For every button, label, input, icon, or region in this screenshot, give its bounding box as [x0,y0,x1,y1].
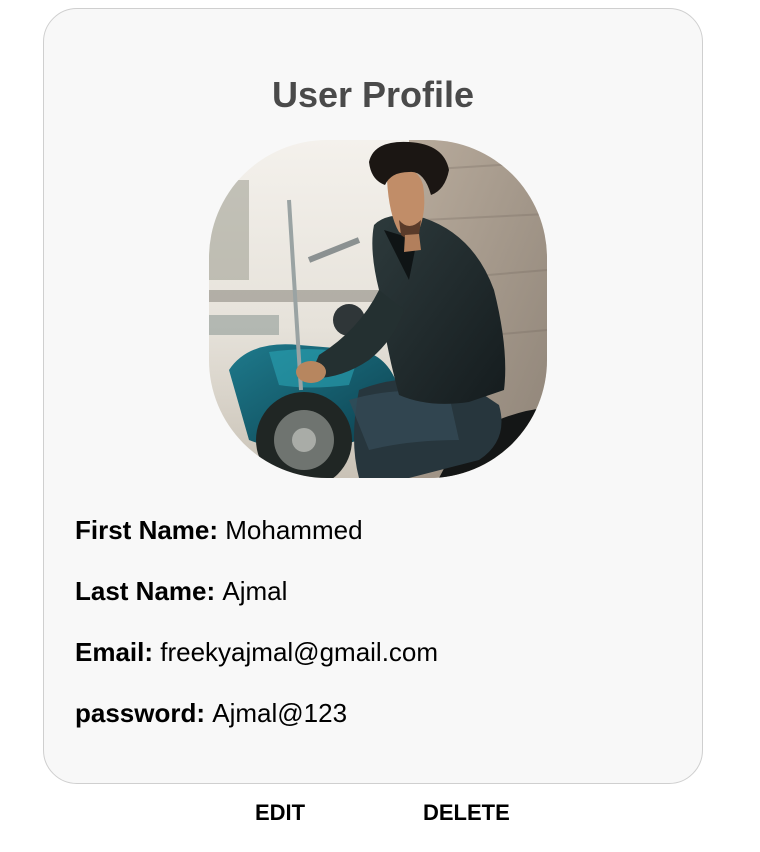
delete-button[interactable]: DELETE [423,798,510,828]
edit-button[interactable]: EDIT [255,798,305,828]
profile-fields: First Name: Mohammed Last Name: Ajmal Em… [75,509,682,753]
email-field: Email: freekyajmal@gmail.com [75,631,682,692]
field-label: Email: [75,637,161,667]
field-label: password: [75,698,213,728]
avatar [209,140,547,478]
password-field: password: Ajmal@123 [75,692,682,753]
profile-actions: EDIT DELETE [0,798,760,828]
avatar-photo [209,140,547,478]
field-label: Last Name: [75,576,223,606]
first-name-field: First Name: Mohammed [75,509,682,570]
page-title: User Profile [271,74,475,115]
field-value: Mohammed [225,515,363,545]
last-name-field: Last Name: Ajmal [75,570,682,631]
field-value: Ajmal@123 [212,698,348,728]
field-label: First Name: [75,515,226,545]
field-value: freekyajmal@gmail.com [160,637,439,667]
field-value: Ajmal [222,576,288,606]
user-profile-card: User Profile First Name: Mohammed Last N… [43,8,703,784]
